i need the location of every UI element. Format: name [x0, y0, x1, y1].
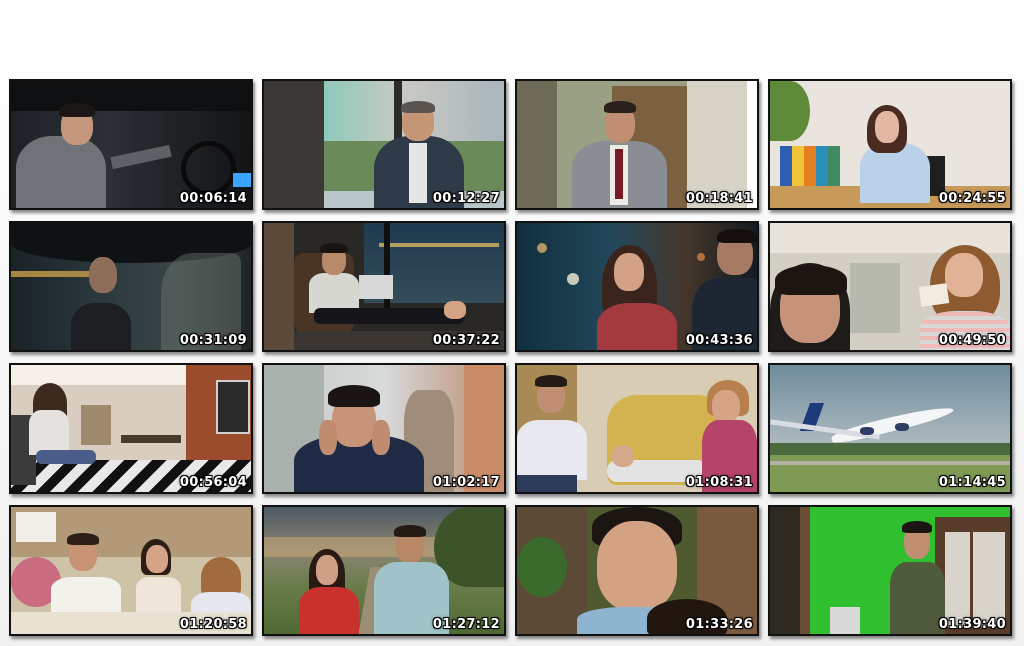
- scene-woman-holding-card: [770, 223, 1010, 350]
- timestamp: 01:20:58: [179, 617, 247, 632]
- scene-car-night-driver: [11, 81, 251, 208]
- scene-two-men-car-night: [11, 223, 251, 350]
- timestamp: 00:43:36: [685, 333, 753, 348]
- thumbnail-1[interactable]: 00:06:14: [9, 79, 253, 210]
- thumbnail-8[interactable]: 00:49:50: [768, 221, 1012, 352]
- thumbnail-4[interactable]: 00:24:55: [768, 79, 1012, 210]
- thumbnail-3[interactable]: 00:18:41: [515, 79, 759, 210]
- timestamp: 01:33:26: [685, 617, 753, 632]
- scene-woman-red-dress-night: [517, 223, 757, 350]
- timestamp: 00:56:04: [179, 475, 247, 490]
- scene-caring-for-girl-sofa: [517, 365, 757, 492]
- timestamp: 00:37:22: [432, 333, 500, 348]
- scene-office-city-window: [264, 81, 504, 208]
- timestamp: 01:02:17: [432, 475, 500, 490]
- scene-boy-laptop-desk: [264, 223, 504, 350]
- thumbnail-6[interactable]: 00:37:22: [262, 221, 506, 352]
- thumbnail-7[interactable]: 00:43:36: [515, 221, 759, 352]
- timestamp: 00:49:50: [938, 333, 1006, 348]
- thumbnail-2[interactable]: 00:12:27: [262, 79, 506, 210]
- thumbnail-9[interactable]: 00:56:04: [9, 363, 253, 494]
- scene-couple-country-road: [264, 507, 504, 634]
- timestamp: 01:39:40: [938, 617, 1006, 632]
- timestamp: 00:24:55: [938, 191, 1006, 206]
- timestamp: 00:12:27: [432, 191, 500, 206]
- timestamp: 01:08:31: [685, 475, 753, 490]
- timestamp: 00:18:41: [685, 191, 753, 206]
- thumbnail-5[interactable]: 00:31:09: [9, 221, 253, 352]
- thumbnail-12[interactable]: 01:14:45: [768, 363, 1012, 494]
- scene-woman-at-desk-binders: [770, 81, 1010, 208]
- scene-man-green-room: [770, 507, 1010, 634]
- scene-family-breakfast: [11, 507, 251, 634]
- scene-office-man-red-tie: [517, 81, 757, 208]
- scene-smiling-man-closeup: [517, 507, 757, 634]
- timestamp: 00:06:14: [179, 191, 247, 206]
- thumbnail-15[interactable]: 01:33:26: [515, 505, 759, 636]
- thumbnail-11[interactable]: 01:08:31: [515, 363, 759, 494]
- timestamp: 00:31:09: [179, 333, 247, 348]
- thumbnail-14[interactable]: 01:27:12: [262, 505, 506, 636]
- thumbnail-10[interactable]: 01:02:17: [262, 363, 506, 494]
- scene-airplane-landing: [770, 365, 1010, 492]
- scene-stressed-man-suit: [264, 365, 504, 492]
- timestamp: 01:27:12: [432, 617, 500, 632]
- thumbnail-16[interactable]: 01:39:40: [768, 505, 1012, 636]
- timestamp: 01:14:45: [938, 475, 1006, 490]
- thumbnail-13[interactable]: 01:20:58: [9, 505, 253, 636]
- thumbnail-grid: 00:06:14 00:12:27 00:18:41 00:24:55 00:3…: [9, 79, 1012, 636]
- scene-living-room-girl: [11, 365, 251, 492]
